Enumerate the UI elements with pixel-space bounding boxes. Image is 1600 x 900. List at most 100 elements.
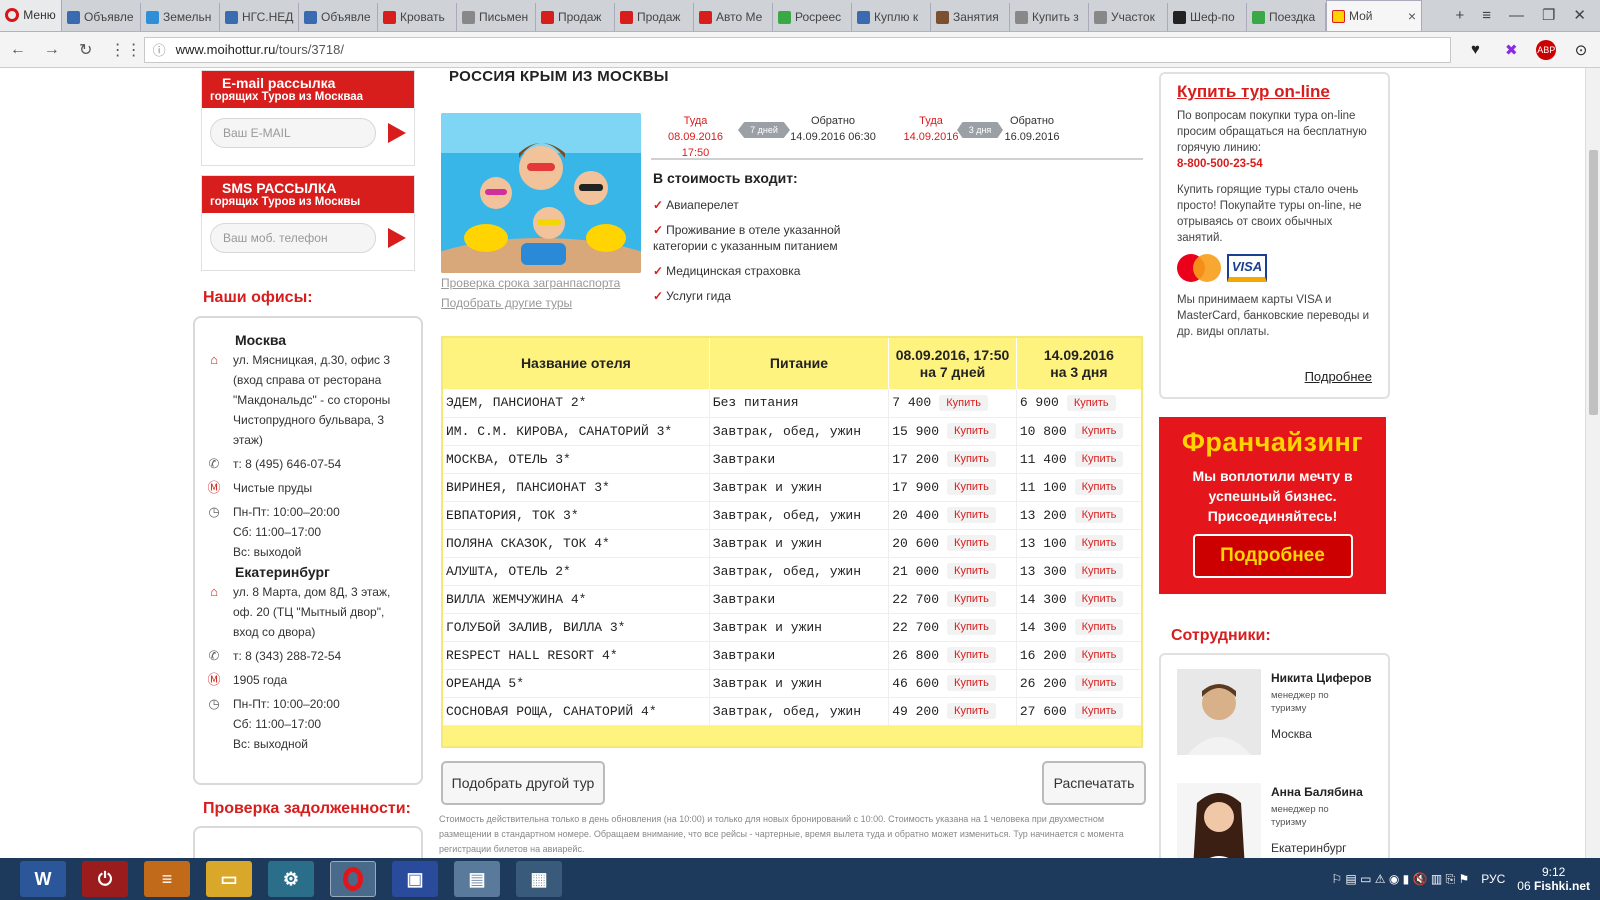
new-tab-button[interactable]: + bbox=[1455, 7, 1464, 24]
franchise-text: Мы воплотили мечту в успешный бизнес. Пр… bbox=[1192, 468, 1353, 524]
phone-input[interactable]: Ваш моб. телефон bbox=[210, 223, 376, 253]
buy-button[interactable]: Купить bbox=[1074, 675, 1124, 691]
browser-tab[interactable]: Занятия bbox=[931, 3, 1010, 31]
network-computer-icon[interactable]: ▦ bbox=[516, 861, 562, 897]
other-tours-link[interactable]: Подобрать другие туры bbox=[441, 296, 572, 310]
buy-button[interactable]: Купить bbox=[1074, 703, 1124, 719]
browser-tab[interactable]: Объявле bbox=[62, 3, 141, 31]
close-tab-icon[interactable]: × bbox=[1408, 8, 1416, 24]
hotline-phone: 8-800-500-23-54 bbox=[1177, 158, 1263, 170]
buy-button[interactable]: Купить bbox=[947, 647, 996, 663]
price-value: 26 200 bbox=[1019, 675, 1067, 691]
browser-tab[interactable]: Объявле bbox=[299, 3, 378, 31]
browser-menu-button[interactable]: Меню bbox=[0, 0, 62, 31]
clock[interactable]: 9:12 06 Fishki.net bbox=[1517, 865, 1590, 893]
more-link[interactable]: Подробнее bbox=[1305, 369, 1372, 385]
site-info-icon[interactable]: ⓘ bbox=[153, 40, 166, 59]
browser-tab[interactable]: Шеф-по bbox=[1168, 3, 1247, 31]
browser-tab[interactable]: Письмен bbox=[457, 3, 536, 31]
browser-tab[interactable]: Участок bbox=[1089, 3, 1168, 31]
word-icon[interactable]: W bbox=[20, 861, 66, 897]
page-scrollbar[interactable] bbox=[1585, 68, 1600, 858]
close-window-button[interactable]: ✕ bbox=[1573, 6, 1586, 24]
buy-button[interactable]: Купить bbox=[947, 703, 996, 719]
buy-button[interactable]: Купить bbox=[947, 535, 996, 551]
folder-icon[interactable]: ▭ bbox=[206, 861, 252, 897]
browser-tab[interactable]: Кровать bbox=[378, 3, 457, 31]
there-date: 14.09.2016 bbox=[903, 131, 959, 143]
browser-tab[interactable]: Куплю к bbox=[852, 3, 931, 31]
browser-tab[interactable]: Поездка bbox=[1247, 3, 1326, 31]
sms-submit-button[interactable] bbox=[388, 228, 406, 248]
browser-tab[interactable]: Продаж bbox=[615, 3, 694, 31]
bookmark-heart-icon[interactable]: ♥ bbox=[1465, 41, 1487, 58]
office-city-moscow: Москва bbox=[235, 332, 287, 348]
buy-online-title[interactable]: Купить тур on-line bbox=[1177, 83, 1372, 100]
buy-button[interactable]: Купить bbox=[1074, 563, 1124, 579]
restore-button[interactable]: ❐ bbox=[1542, 6, 1555, 24]
tab-menu-icon[interactable]: ≡ bbox=[1482, 7, 1491, 24]
trip2-duration: 3 дня bbox=[957, 122, 1003, 138]
forward-button[interactable]: → bbox=[42, 41, 62, 59]
buy-button[interactable]: Купить bbox=[947, 507, 996, 523]
tab-favicon-icon bbox=[857, 10, 870, 24]
browser-tab[interactable]: НГС.НЕД bbox=[220, 3, 299, 31]
buy-button[interactable]: Купить bbox=[947, 675, 996, 691]
adblock-icon[interactable]: ABP bbox=[1536, 39, 1557, 60]
buy-button[interactable]: Купить bbox=[947, 591, 996, 607]
buy-button[interactable]: Купить bbox=[947, 479, 996, 495]
reader-icon[interactable]: ≡ bbox=[144, 861, 190, 897]
buy-button[interactable]: Купить bbox=[1074, 507, 1124, 523]
url-field[interactable]: ⓘ www.moihottur.ru/tours/3718/ bbox=[143, 36, 1451, 63]
download-icon[interactable]: ⊙ bbox=[1570, 41, 1592, 59]
passport-check-link[interactable]: Проверка срока загранпаспорта bbox=[441, 276, 620, 290]
buy-button[interactable]: Купить bbox=[947, 619, 996, 635]
included-title: В стоимость входит: bbox=[653, 170, 798, 186]
save-disk-icon[interactable]: ▣ bbox=[392, 861, 438, 897]
tab-favicon-icon bbox=[1173, 10, 1186, 24]
buy-button[interactable]: Купить bbox=[1066, 394, 1116, 411]
buy-button[interactable]: Купить bbox=[1074, 619, 1124, 635]
print-button[interactable]: Распечатать bbox=[1042, 761, 1146, 805]
tab-active[interactable]: Мой × bbox=[1326, 0, 1422, 31]
buy-button[interactable]: Купить bbox=[1074, 423, 1124, 439]
back-button[interactable]: ← bbox=[8, 41, 28, 59]
browser-tab[interactable]: Земельн bbox=[141, 3, 220, 31]
buy-button[interactable]: Купить bbox=[1074, 591, 1124, 607]
browser-tab[interactable]: Продаж bbox=[536, 3, 615, 31]
minimize-button[interactable]: — bbox=[1509, 7, 1524, 24]
opera-taskbar-icon[interactable] bbox=[330, 861, 376, 897]
scrollbar-thumb[interactable] bbox=[1589, 150, 1598, 415]
extension-x-icon[interactable]: ✖ bbox=[1500, 41, 1522, 59]
reload-button[interactable]: ↻ bbox=[76, 40, 96, 60]
buy-button[interactable]: Купить bbox=[1074, 479, 1124, 495]
settings-app-icon[interactable]: ⚙ bbox=[268, 861, 314, 897]
email-input[interactable]: Ваш E-MAIL bbox=[210, 118, 376, 148]
price-3-days: 6 900 Купить bbox=[1016, 389, 1143, 418]
other-tour-button[interactable]: Подобрать другой тур bbox=[441, 761, 605, 805]
price-value: 16 200 bbox=[1019, 647, 1067, 663]
apps-grid-icon[interactable]: ⋮⋮ bbox=[110, 40, 142, 60]
calculator-icon[interactable]: ▤ bbox=[454, 861, 500, 897]
franchise-more-button[interactable]: Подробнее bbox=[1192, 534, 1353, 578]
tab-favicon-icon bbox=[304, 10, 317, 24]
language-indicator[interactable]: РУС bbox=[1481, 872, 1505, 886]
franchise-banner[interactable]: Франчайзинг Мы воплотили мечту в успешны… bbox=[1159, 417, 1386, 594]
email-submit-button[interactable] bbox=[388, 123, 406, 143]
buy-button[interactable]: Купить bbox=[1074, 451, 1124, 467]
tray-icons[interactable]: ⚐ ▤ ▭ ⚠ ◉ ▮ 🔇 ▥ ⎘ ⚑ bbox=[1331, 872, 1469, 887]
office-hours: Сб: 11:00–17:00 bbox=[233, 717, 322, 731]
buy-button[interactable]: Купить bbox=[1074, 647, 1124, 663]
staff-role: менеджер по туризму bbox=[1271, 690, 1329, 714]
buy-button[interactable]: Купить bbox=[947, 563, 996, 579]
buy-button[interactable]: Купить bbox=[947, 423, 996, 439]
buy-button[interactable]: Купить bbox=[1074, 535, 1124, 551]
browser-tab[interactable]: Росреес bbox=[773, 3, 852, 31]
price-value: 13 200 bbox=[1019, 507, 1067, 523]
browser-tab[interactable]: Авто Ме bbox=[694, 3, 773, 31]
browser-tab[interactable]: Купить з bbox=[1010, 3, 1089, 31]
trip2-back: Обратно 16.09.2016 bbox=[1001, 113, 1063, 145]
buy-button[interactable]: Купить bbox=[947, 451, 996, 467]
buy-button[interactable]: Купить bbox=[939, 394, 989, 411]
power-icon[interactable]: ⏻ bbox=[82, 861, 128, 897]
